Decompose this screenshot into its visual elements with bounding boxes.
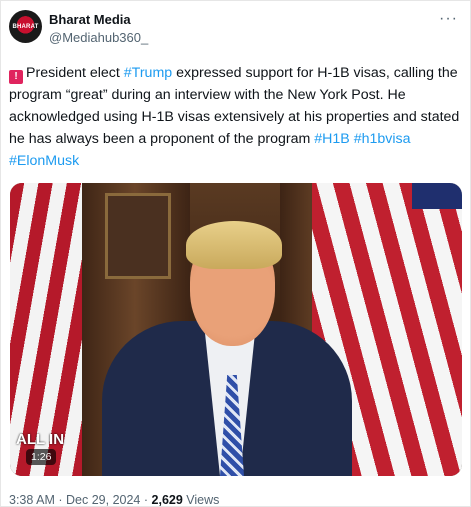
views-label: Views	[186, 493, 220, 507]
tweet-date[interactable]: Dec 29, 2024	[66, 493, 140, 507]
tweet-text: ! President elect #Trump expressed suppor…	[9, 62, 461, 172]
avatar-logo-text: BHARAT	[12, 23, 39, 30]
hashtag-h1b[interactable]: #H1B	[314, 131, 350, 147]
tweet-card: BHARAT Bharat Media @Mediahub360_ ··· ! P…	[0, 0, 471, 507]
hashtag-h1bvisa[interactable]: #h1bvisa	[354, 131, 411, 147]
tweet-header: BHARAT Bharat Media @Mediahub360_ ···	[9, 10, 462, 50]
flag-canton	[412, 183, 462, 209]
picture-frame	[105, 193, 171, 279]
video-player[interactable]: ALL IN 1:26	[10, 183, 462, 476]
views-count: 2,629	[151, 493, 183, 507]
tweet-time[interactable]: 3:38 AM	[9, 493, 55, 507]
tweet-text-part: President elect	[26, 65, 124, 81]
show-logo: ALL IN	[16, 431, 65, 448]
meta-separator: ·	[58, 493, 63, 507]
more-dots-icon[interactable]: ···	[439, 10, 458, 28]
speaker-hair	[186, 221, 282, 269]
video-duration: 1:26	[26, 449, 57, 465]
hashtag-elonmusk[interactable]: #ElonMusk	[9, 153, 79, 169]
hashtag-trump[interactable]: #Trump	[124, 65, 172, 81]
display-name[interactable]: Bharat Media	[49, 12, 131, 27]
user-handle[interactable]: @Mediahub360_	[49, 30, 148, 45]
tweet-meta: 3:38 AM · Dec 29, 2024 · 2,629 Views	[9, 493, 219, 507]
rotating-light-icon: !	[9, 70, 23, 84]
meta-separator: ·	[143, 493, 149, 507]
avatar[interactable]: BHARAT	[9, 10, 42, 43]
